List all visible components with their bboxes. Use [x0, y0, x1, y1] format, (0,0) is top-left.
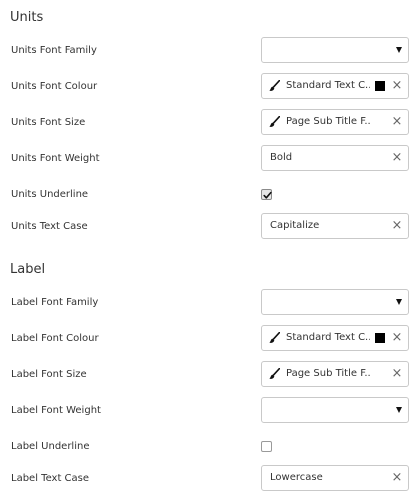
units-font-colour-row: Units Font Colour Standard Text C.. ×: [0, 72, 420, 102]
paintbrush-icon: [269, 80, 280, 91]
clear-icon[interactable]: ×: [391, 326, 403, 350]
clear-icon[interactable]: ×: [391, 110, 403, 134]
label-font-weight-select[interactable]: [261, 397, 409, 423]
label-section-title: Label: [10, 262, 46, 277]
units-section-title: Units: [10, 10, 44, 25]
units-font-colour-value: Standard Text C..: [286, 80, 370, 91]
paintbrush-icon: [269, 332, 280, 343]
label-font-family-select[interactable]: [261, 289, 409, 315]
units-font-size-field[interactable]: Page Sub Title F.. ×: [261, 109, 409, 135]
label-font-weight-row: Label Font Weight: [0, 396, 420, 426]
paintbrush-icon: [269, 116, 280, 127]
units-underline-checkbox[interactable]: [261, 189, 272, 200]
caret-down-icon: [396, 407, 402, 413]
units-font-weight-value: Bold: [270, 152, 293, 163]
units-font-family-row: Units Font Family: [0, 36, 420, 66]
label-font-size-label: Label Font Size: [11, 369, 87, 380]
label-font-family-label: Label Font Family: [11, 297, 99, 308]
clear-icon[interactable]: ×: [391, 466, 403, 490]
units-font-weight-label: Units Font Weight: [11, 153, 100, 164]
label-text-case-label: Label Text Case: [11, 473, 90, 484]
label-font-size-row: Label Font Size Page Sub Title F.. ×: [0, 360, 420, 390]
units-underline-row: Units Underline: [0, 180, 420, 210]
units-font-weight-field[interactable]: Bold ×: [261, 145, 409, 171]
label-font-colour-swatch: [375, 333, 385, 343]
label-font-weight-value: [270, 398, 382, 422]
label-font-family-row: Label Font Family: [0, 288, 420, 318]
units-text-case-label: Units Text Case: [11, 221, 88, 232]
label-font-weight-label: Label Font Weight: [11, 405, 101, 416]
label-font-colour-label: Label Font Colour: [11, 333, 99, 344]
units-font-colour-swatch: [375, 81, 385, 91]
clear-icon[interactable]: ×: [391, 74, 403, 98]
label-text-case-row: Label Text Case Lowercase ×: [0, 464, 420, 494]
units-font-family-label: Units Font Family: [11, 45, 97, 56]
caret-down-icon: [396, 47, 402, 53]
units-font-weight-row: Units Font Weight Bold ×: [0, 144, 420, 174]
units-font-colour-label: Units Font Colour: [11, 81, 98, 92]
label-font-colour-field[interactable]: Standard Text C.. ×: [261, 325, 409, 351]
units-font-size-row: Units Font Size Page Sub Title F.. ×: [0, 108, 420, 138]
label-underline-checkbox[interactable]: [261, 441, 272, 452]
units-font-family-select[interactable]: [261, 37, 409, 63]
label-text-case-field[interactable]: Lowercase ×: [261, 465, 409, 491]
label-font-colour-value: Standard Text C..: [286, 332, 370, 343]
units-text-case-field[interactable]: Capitalize ×: [261, 213, 409, 239]
label-underline-label: Label Underline: [11, 441, 90, 452]
units-underline-label: Units Underline: [11, 189, 89, 200]
units-font-colour-field[interactable]: Standard Text C.. ×: [261, 73, 409, 99]
units-font-size-value: Page Sub Title F..: [286, 116, 370, 127]
label-font-size-field[interactable]: Page Sub Title F.. ×: [261, 361, 409, 387]
paintbrush-icon: [269, 368, 280, 379]
label-font-colour-row: Label Font Colour Standard Text C.. ×: [0, 324, 420, 354]
label-font-size-value: Page Sub Title F..: [286, 368, 370, 379]
units-font-size-label: Units Font Size: [11, 117, 86, 128]
label-underline-row: Label Underline: [0, 432, 420, 462]
units-font-family-value: [270, 38, 382, 62]
clear-icon[interactable]: ×: [391, 362, 403, 386]
label-text-case-value: Lowercase: [270, 472, 323, 483]
units-text-case-value: Capitalize: [270, 220, 320, 231]
caret-down-icon: [396, 299, 402, 305]
label-font-family-value: [270, 290, 382, 314]
clear-icon[interactable]: ×: [391, 214, 403, 238]
clear-icon[interactable]: ×: [391, 146, 403, 170]
checkmark-icon: [263, 191, 272, 199]
units-text-case-row: Units Text Case Capitalize ×: [0, 212, 420, 242]
